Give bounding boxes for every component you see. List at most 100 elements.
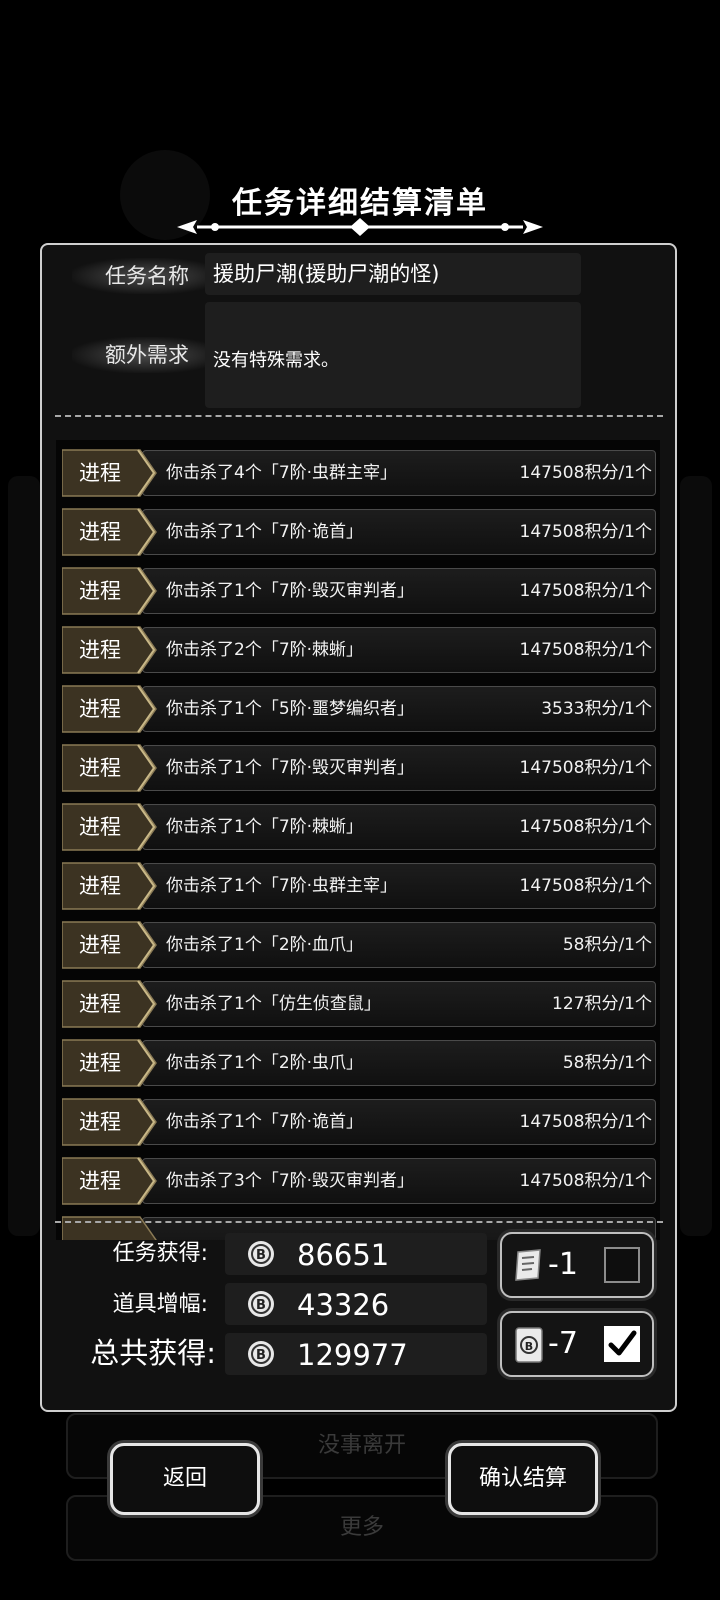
progress-tag: 进程: [62, 684, 158, 734]
task-gain-box: B 86651: [225, 1233, 487, 1275]
divider-top: [55, 415, 663, 417]
progress-description: 你击杀了1个「7阶·毁灭审判者」: [166, 581, 415, 601]
progress-tag: 进程: [62, 1038, 158, 1088]
scroll-item-quantity: -1: [548, 1247, 578, 1282]
progress-description: 你击杀了1个「仿生侦查鼠」: [166, 994, 381, 1014]
settlement-panel: 任务名称 援助尸潮(援助尸潮的怪) 额外需求 没有特殊需求。 进程 你击杀了4个「…: [40, 243, 677, 1412]
progress-points: 58积分/1个: [562, 1053, 652, 1073]
progress-points: 147508积分/1个: [519, 640, 652, 660]
progress-tag: 进程: [62, 507, 158, 557]
progress-row: 进程 你击杀了1个「2阶·血爪」 58积分/1个: [62, 920, 656, 970]
progress-points: 127积分/1个: [552, 994, 652, 1014]
progress-points: 147508积分/1个: [519, 758, 652, 778]
progress-description: 你击杀了1个「7阶·虫群主宰」: [166, 876, 398, 896]
progress-row: 进程 你击杀了1个「7阶·诡首」 147508积分/1个: [62, 1097, 656, 1147]
progress-tag-label: 进程: [79, 874, 121, 898]
progress-description: 你击杀了1个「7阶·棘蜥」: [166, 817, 364, 837]
progress-row: 进程 你击杀了1个「7阶·棘蜥」 147508积分/1个: [62, 802, 656, 852]
progress-points: 147508积分/1个: [519, 876, 652, 896]
coin-card-item-toggle[interactable]: B -7: [500, 1311, 654, 1377]
progress-tag: 进程: [62, 920, 158, 970]
progress-row: 进程 你击杀了1个「7阶·毁灭审判者」 147508积分/1个: [62, 743, 656, 793]
progress-tag-label: 进程: [79, 697, 121, 721]
confirm-settlement-button[interactable]: 确认结算: [448, 1443, 598, 1515]
progress-points: 3533积分/1个: [541, 699, 652, 719]
progress-tag-label: 进程: [79, 1110, 121, 1134]
progress-points: 58积分/1个: [562, 935, 652, 955]
svg-text:B: B: [256, 1348, 266, 1363]
progress-description: 你击杀了2个「7阶·棘蜥」: [166, 640, 364, 660]
coin-card-item-checkbox[interactable]: [604, 1326, 640, 1362]
progress-description: 你击杀了1个「2阶·虫爪」: [166, 1053, 364, 1073]
extra-requirement-label: 额外需求: [72, 337, 222, 373]
progress-points: 147508积分/1个: [519, 817, 652, 837]
progress-row: 进程 你击杀了2个「7阶·棘蜥」 147508积分/1个: [62, 625, 656, 675]
progress-tag-label: 进程: [79, 579, 121, 603]
progress-tag-icon: [62, 1216, 157, 1240]
progress-tag-label: 进程: [79, 1169, 121, 1193]
progress-description: 你击杀了1个「5阶·噩梦编织者」: [166, 699, 415, 719]
progress-tag: 进程: [62, 1097, 158, 1147]
progress-tag-label: 进程: [79, 815, 121, 839]
background-left-panel: [8, 476, 40, 1236]
progress-row: 进程 你击杀了1个「7阶·虫群主宰」 147508积分/1个: [62, 861, 656, 911]
progress-tag: 进程: [62, 861, 158, 911]
total-gain-value: 129977: [297, 1338, 408, 1372]
progress-tag-label: 进程: [79, 1051, 121, 1075]
progress-tag-label: 进程: [79, 933, 121, 957]
task-gain-label: 任务获得:: [112, 1241, 208, 1266]
divider-bottom: [55, 1221, 663, 1223]
progress-row: 进程 你击杀了1个「2阶·虫爪」 58积分/1个: [62, 1038, 656, 1088]
task-name-label: 任务名称: [72, 258, 222, 294]
title-ornament-icon: [177, 218, 543, 236]
item-boost-value: 43326: [297, 1288, 390, 1322]
progress-points: 147508积分/1个: [519, 463, 652, 483]
scroll-item-checkbox[interactable]: [604, 1247, 640, 1283]
progress-description: 你击杀了1个「7阶·诡首」: [166, 1112, 364, 1132]
coin-icon: B: [248, 1341, 274, 1367]
coin-card-icon: B: [515, 1327, 543, 1363]
task-name-value: 援助尸潮(援助尸潮的怪): [205, 253, 581, 295]
progress-points: 147508积分/1个: [519, 522, 652, 542]
progress-points: 147508积分/1个: [519, 581, 652, 601]
coin-card-item-quantity: -7: [548, 1326, 578, 1361]
svg-text:B: B: [256, 1248, 266, 1263]
progress-description: 你击杀了3个「7阶·毁灭审判者」: [166, 1171, 415, 1191]
total-gain-label: 总共获得:: [90, 1336, 216, 1370]
progress-tag: 进程: [62, 979, 158, 1029]
progress-row: 进程 你击杀了1个「7阶·诡首」 147508积分/1个: [62, 507, 656, 557]
progress-tag: 进程: [62, 1156, 158, 1206]
progress-tag: 进程: [62, 448, 158, 498]
extra-requirement-value: 没有特殊需求。: [205, 302, 581, 408]
scroll-item-toggle[interactable]: -1: [500, 1232, 654, 1298]
progress-row: 进程 你击杀了4个「7阶·虫群主宰」 147508积分/1个: [62, 448, 656, 498]
checkmark-icon: [608, 1330, 637, 1356]
svg-text:B: B: [525, 1340, 533, 1353]
progress-tag: 进程: [62, 566, 158, 616]
progress-row: 进程 你击杀了1个「仿生侦查鼠」 127积分/1个: [62, 979, 656, 1029]
back-button[interactable]: 返回: [110, 1443, 260, 1515]
item-boost-label: 道具增幅:: [112, 1292, 208, 1317]
progress-tag-label: 进程: [79, 638, 121, 662]
progress-points: 147508积分/1个: [519, 1112, 652, 1132]
background-right-panel: [680, 476, 712, 1236]
progress-list[interactable]: 进程 你击杀了4个「7阶·虫群主宰」 147508积分/1个 进程 你击杀了1个「7阶·…: [56, 440, 660, 1240]
progress-row: 进程 你击杀了3个「7阶·毁灭审判者」 147508积分/1个: [62, 1156, 656, 1206]
svg-text:B: B: [256, 1298, 266, 1313]
progress-tag-label: 进程: [79, 992, 121, 1016]
progress-tag: 进程: [62, 625, 158, 675]
progress-description: 你击杀了1个「7阶·毁灭审判者」: [166, 758, 415, 778]
task-gain-value: 86651: [297, 1238, 390, 1272]
coin-icon: B: [248, 1291, 274, 1317]
progress-tag: 进程: [62, 743, 158, 793]
progress-description: 你击杀了4个「7阶·虫群主宰」: [166, 463, 398, 483]
progress-description: 你击杀了1个「7阶·诡首」: [166, 522, 364, 542]
progress-row: 进程 你击杀了1个「5阶·噩梦编织者」 3533积分/1个: [62, 684, 656, 734]
item-boost-box: B 43326: [225, 1283, 487, 1325]
progress-tag-label: 进程: [79, 520, 121, 544]
progress-tag-label: 进程: [79, 461, 121, 485]
scroll-icon: [515, 1249, 541, 1281]
progress-row: 进程 你击杀了1个「7阶·毁灭审判者」 147508积分/1个: [62, 566, 656, 616]
progress-tag: [62, 1215, 158, 1240]
progress-description: 你击杀了1个「2阶·血爪」: [166, 935, 364, 955]
